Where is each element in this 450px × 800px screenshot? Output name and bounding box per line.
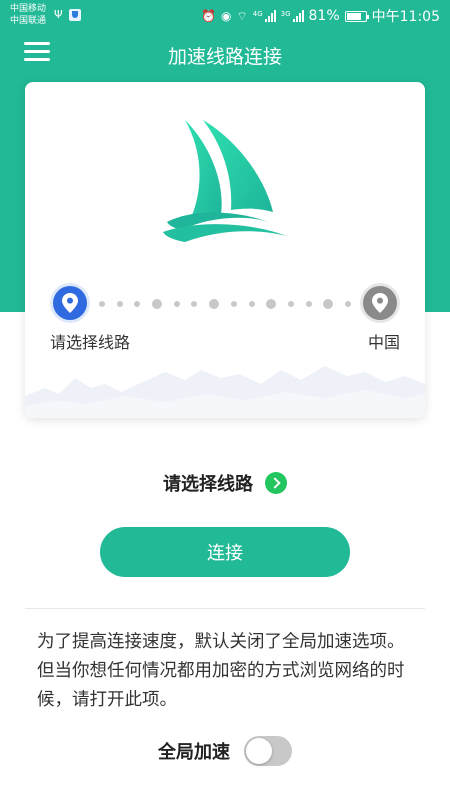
battery-percent: 81% [308, 8, 340, 24]
chevron-right-icon [265, 472, 287, 494]
global-accel-toggle[interactable] [244, 736, 292, 766]
signal-icon-1: 4G [253, 10, 276, 22]
end-location-pin-icon [363, 286, 397, 320]
global-accel-label: 全局加速 [158, 742, 230, 763]
signal-icon-2: 3G [281, 10, 304, 22]
start-location-pin-icon [53, 286, 87, 320]
carrier-2: 中国联通 [10, 16, 47, 26]
global-accel-notice: 为了提高连接速度，默认关闭了全局加速选项。但当你想任何情况都用加密的方式浏览网络… [37, 632, 405, 710]
sailboat-icon [163, 120, 287, 242]
divider [25, 608, 425, 609]
route-line [45, 286, 405, 322]
shield-app-icon [68, 8, 81, 21]
route-card: 请选择线路 中国 [25, 82, 425, 418]
route-dots [99, 299, 351, 309]
carrier-1: 中国移动 [10, 4, 47, 14]
alarm-icon: ⏰ [201, 9, 216, 23]
route-end-label: 中国 [367, 333, 400, 352]
battery-icon [344, 10, 369, 22]
network-type-1: 4G [252, 10, 263, 18]
mountain-decoration [25, 366, 425, 418]
route-start-label: 请选择线路 [50, 333, 131, 352]
global-accel-row: 全局加速 [0, 736, 450, 766]
eye-icon: ◉ [220, 9, 232, 23]
network-type-2: 3G [280, 10, 291, 18]
select-route-label: 请选择线路 [163, 474, 253, 495]
clock: 中午11:05 [371, 9, 440, 25]
toggle-knob [246, 738, 272, 764]
notification-icons: Ψ [54, 8, 81, 21]
carrier-info: 中国移动 中国联通 [10, 3, 46, 27]
select-route-button[interactable]: 请选择线路 [0, 470, 450, 496]
app-bar: 加速线路连接 [0, 34, 450, 74]
status-icons: ⏰ ◉ ⌔ 4G 3G 81% 中午11:05 [201, 6, 440, 26]
wifi-icon: ⌔ [236, 8, 248, 23]
connect-button[interactable]: 连接 [100, 527, 350, 577]
usb-icon: Ψ [54, 8, 63, 21]
page-title: 加速线路连接 [167, 46, 282, 68]
status-bar: 中国移动 中国联通 Ψ ⏰ ◉ ⌔ 4G 3G 81% 中午11:05 [0, 0, 450, 30]
